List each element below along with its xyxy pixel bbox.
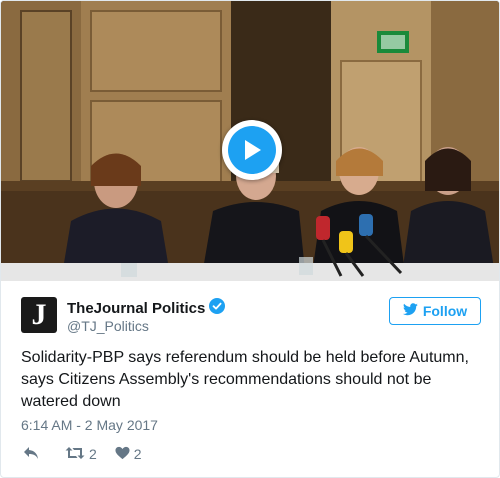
tweet-embed-card: J TheJournal Politics @TJ_Politics Follo… — [0, 0, 500, 478]
author-name-row[interactable]: TheJournal Politics — [67, 298, 226, 319]
retweet-icon — [65, 446, 85, 463]
heart-icon — [115, 446, 130, 463]
author-handle[interactable]: @TJ_Politics — [67, 318, 149, 334]
reply-icon — [23, 446, 39, 463]
tweet-timestamp[interactable]: 6:14 AM - 2 May 2017 — [21, 417, 158, 433]
play-icon — [228, 126, 276, 174]
reply-button[interactable] — [23, 446, 39, 463]
follow-label: Follow — [422, 303, 468, 319]
like-count: 2 — [133, 446, 142, 462]
tweet-header: J TheJournal Politics @TJ_Politics Follo… — [21, 297, 481, 337]
author-display-name[interactable]: TheJournal Politics — [67, 300, 205, 317]
video-thumbnail[interactable] — [1, 1, 499, 281]
play-button[interactable] — [222, 120, 282, 180]
avatar[interactable]: J — [21, 297, 57, 333]
avatar-letter: J — [31, 298, 47, 331]
like-button[interactable]: 2 — [115, 446, 142, 463]
tweet-actions: 2 2 — [23, 445, 142, 463]
retweet-button[interactable]: 2 — [65, 446, 97, 463]
follow-button[interactable]: Follow — [389, 297, 481, 325]
tweet-text: Solidarity-PBP says referendum should be… — [21, 349, 469, 410]
twitter-bird-icon — [402, 303, 418, 319]
verified-badge-icon — [209, 298, 226, 319]
retweet-count: 2 — [89, 446, 97, 462]
